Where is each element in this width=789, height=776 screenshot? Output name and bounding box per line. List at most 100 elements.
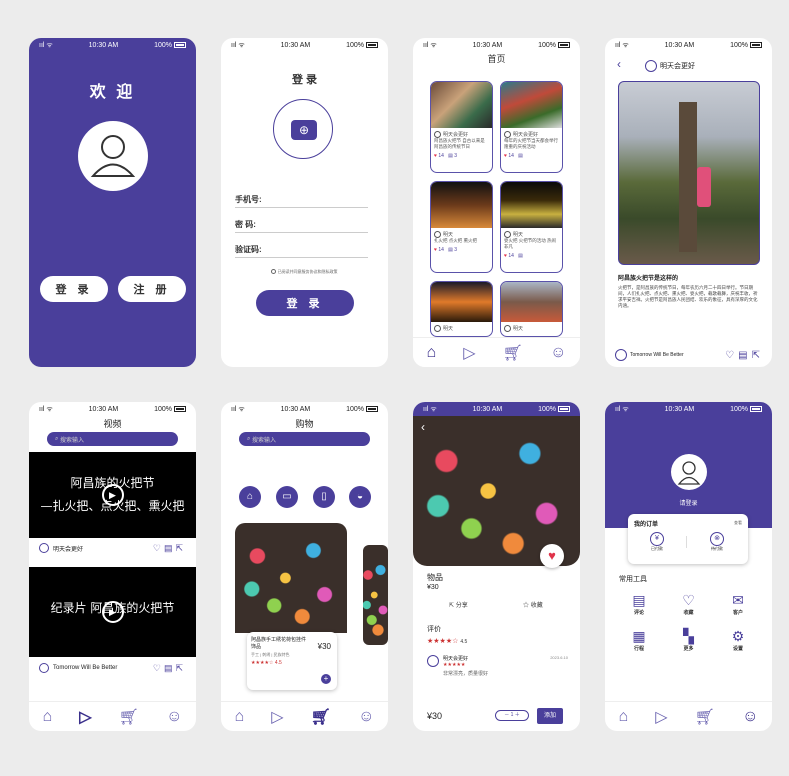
back-icon[interactable]: ‹	[617, 57, 621, 71]
profile-tab-icon[interactable]: ☺	[742, 708, 758, 726]
orders-all-link[interactable]: 查看	[734, 520, 742, 526]
play-icon[interactable]: ▶	[101, 601, 124, 623]
phone-field[interactable]	[235, 207, 368, 208]
footer-user: Tomorrow Will Be Better	[630, 352, 684, 358]
home-tab-icon[interactable]: ⌂	[235, 708, 245, 726]
avatar-icon	[39, 543, 49, 553]
feed-card[interactable]: 明天	[500, 281, 563, 337]
status-bar: ııl ᯤ 10:30 AM 100%	[29, 402, 196, 416]
tool-service[interactable]: ✉ 客户	[718, 592, 758, 616]
share-icon[interactable]: ⇱	[175, 543, 186, 553]
agree-text: 已阅读并同意服务协议和隐私政策	[277, 269, 338, 274]
avatar-icon	[427, 655, 439, 667]
home-tab-icon[interactable]: ⌂	[43, 708, 53, 726]
avatar-upload[interactable]: ⊕	[273, 99, 333, 159]
author-name: 明天会更好	[660, 63, 695, 70]
heart-outline-icon[interactable]: ♡	[153, 543, 164, 553]
tool-favorite[interactable]: ♡ 收藏	[669, 592, 709, 616]
share-button[interactable]: ⇱ 分享	[449, 600, 468, 609]
status-bar: ııl ᯤ 10:30 AM 100%	[605, 38, 772, 52]
category-clothes-icon[interactable]: ▯	[313, 486, 335, 508]
favorite-button[interactable]: ☆ 收藏	[523, 600, 543, 609]
status-bar: ııl ᯤ 10:30 AM 100%	[605, 402, 772, 416]
cart-tab-icon[interactable]: 🛒︎	[311, 707, 331, 727]
comment-icon[interactable]: ▤	[164, 543, 176, 553]
password-field[interactable]	[235, 232, 368, 233]
play-icon[interactable]: ▶	[101, 484, 124, 506]
feed-card[interactable]: 明天会更好 阿昌族火把节 自古以来是阿昌族的传统节日 ♥ 14 ▤ 3	[430, 81, 493, 173]
product-card[interactable]: 阿昌族手工绣花荷包挂件饰品 手工 | 刺绣 | 民族特色 ★★★★☆ 4.5 ¥…	[247, 632, 337, 690]
tool-more[interactable]: ▚ 更多	[669, 628, 709, 652]
search-input[interactable]: ⌕ 搜索输入	[239, 432, 370, 446]
cart-tab-icon[interactable]: 🛒︎	[695, 707, 715, 727]
login-hint[interactable]: 请登录	[605, 498, 772, 507]
register-button[interactable]: 注 册	[118, 276, 186, 302]
home-tab-icon[interactable]: ⌂	[427, 344, 437, 362]
profile-tab-icon[interactable]: ☺	[550, 344, 566, 362]
order-paid[interactable]: ¥ 已付款	[650, 532, 664, 552]
rating-stars: ★★★★☆	[427, 638, 459, 645]
quantity-stepper[interactable]: － 1 ＋	[495, 710, 529, 721]
login-button[interactable]: 登 录	[40, 276, 108, 302]
video-tab-icon[interactable]: ▷	[79, 707, 91, 727]
feed-card[interactable]: 明天会更好 每年的火把节当天都会举行隆重的庆祝活动 ♥ 14 ▤	[500, 81, 563, 173]
comment-icon[interactable]: ▤	[164, 663, 176, 673]
video-tab-icon[interactable]: ▷	[655, 707, 667, 727]
home-tab-icon[interactable]: ⌂	[619, 708, 629, 726]
video-player[interactable]: 阿昌族的火把节 —扎火把、点火把、熏火把 ▶	[29, 452, 196, 538]
avatar-icon	[434, 131, 441, 138]
profile-tab-icon[interactable]: ☺	[358, 708, 374, 726]
signal-icon: ııl ᯤ	[39, 41, 53, 49]
video-tab-icon[interactable]: ▷	[463, 343, 475, 363]
tool-comment[interactable]: ▤ 评论	[619, 592, 659, 616]
share-icon[interactable]: ⇱	[752, 350, 764, 361]
category-accessory-icon[interactable]: ◒	[349, 486, 371, 508]
share-icon[interactable]: ⇱	[175, 663, 186, 673]
agree-checkbox[interactable]	[271, 269, 277, 275]
comment-icon[interactable]: ▤	[738, 350, 751, 361]
rating-stars: ★★★★☆	[251, 660, 274, 666]
tool-schedule[interactable]: ▦ 行程	[619, 628, 659, 652]
category-hat-icon[interactable]: ⌂	[239, 486, 261, 508]
avatar-icon	[39, 663, 49, 673]
avatar[interactable]	[671, 454, 707, 490]
avatar-icon	[615, 349, 627, 361]
video-player[interactable]: 纪录片 阿昌族的火把节 ▶	[29, 567, 196, 657]
add-to-cart-button[interactable]: 添加	[537, 708, 563, 724]
product-image-next[interactable]	[363, 545, 388, 645]
code-label: 验证码:	[235, 245, 262, 254]
status-bar: ııl ᯤ 10:30 AM 100%	[221, 402, 388, 416]
favorite-heart-icon[interactable]: ♥	[540, 544, 564, 568]
category-bag-icon[interactable]: ▭	[276, 486, 298, 508]
feed-card[interactable]: 明天 耍火把 火把节的活动 热闹非凡 ♥ 14 ▤	[500, 181, 563, 273]
add-icon[interactable]: +	[321, 674, 331, 684]
search-input[interactable]: ⌕ 搜索输入	[47, 432, 178, 446]
feed-image	[431, 182, 492, 228]
heart-outline-icon[interactable]: ♡	[153, 663, 164, 673]
shop-screen: ııl ᯤ 10:30 AM 100% 购物 ⌕ 搜索输入 ⌂ ▭ ▯ ◒ 阿昌…	[221, 402, 388, 731]
login-submit-button[interactable]: 登 录	[256, 290, 354, 316]
cart-tab-icon[interactable]: 🛒︎	[503, 343, 523, 363]
heart-outline-icon: ♡	[682, 592, 695, 608]
product-image[interactable]	[235, 523, 347, 633]
avatar-icon	[645, 60, 657, 72]
feed-image	[501, 182, 562, 228]
product-name: 物品	[427, 573, 443, 582]
comment-icon: ▤	[448, 153, 453, 159]
video-tab-icon[interactable]: ▷	[271, 707, 283, 727]
code-field[interactable]	[235, 257, 368, 258]
back-icon[interactable]: ‹	[421, 420, 425, 434]
profile-tab-icon[interactable]: ☺	[166, 708, 182, 726]
status-bar: ııl ᯤ 10:30 AM 100%	[29, 38, 196, 52]
feed-card[interactable]: 明天	[430, 281, 493, 337]
page-title: 购物	[295, 419, 314, 429]
tool-settings[interactable]: ⚙ 设置	[718, 628, 758, 652]
heart-outline-icon[interactable]: ♡	[725, 350, 738, 361]
order-unpaid[interactable]: ⊗ 待付款	[710, 532, 724, 552]
page-title: 登 录	[291, 74, 318, 86]
feed-card[interactable]: 明天 扎火把 点火把 熏火把 ♥ 14 ▤ 3	[430, 181, 493, 273]
detail-screen: ııl ᯤ 10:30 AM 100% ‹ 明天会更好 阿昌族火把节是这样的 火…	[605, 38, 772, 367]
cart-tab-icon[interactable]: 🛒︎	[119, 707, 139, 727]
gear-icon: ⚙	[731, 628, 745, 644]
post-heading: 阿昌族火把节是这样的	[618, 276, 679, 282]
